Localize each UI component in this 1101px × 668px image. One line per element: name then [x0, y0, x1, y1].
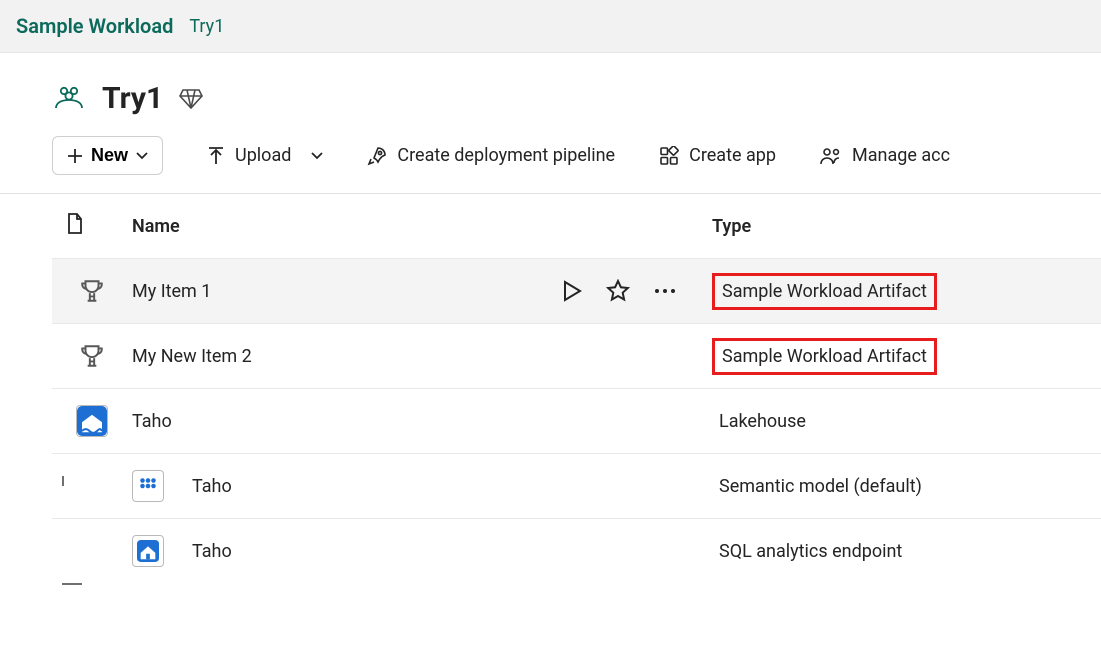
new-button-label: New [91, 145, 128, 166]
manage-access-label: Manage acc [852, 145, 950, 166]
row-type-cell: Sample Workload Artifact [712, 273, 1101, 310]
create-app-button[interactable]: Create app [659, 145, 776, 166]
people-icon [52, 84, 86, 114]
lakehouse-icon [76, 405, 108, 437]
item-type: SQL analytics endpoint [712, 536, 909, 567]
row-name-cell: Taho [192, 476, 712, 497]
item-name[interactable]: Taho [192, 476, 232, 497]
item-type: Semantic model (default) [712, 471, 929, 502]
row-icon-cell [132, 470, 192, 502]
upload-icon [207, 146, 225, 166]
diamond-icon[interactable] [179, 89, 203, 109]
table-row[interactable]: Taho SQL analytics endpoint [52, 518, 1101, 583]
sql-endpoint-icon [132, 535, 164, 567]
table-row[interactable]: My New Item 2 Sample Workload Artifact [52, 323, 1101, 388]
row-name-cell: Taho [132, 411, 712, 432]
row-name-cell: Taho [192, 541, 712, 562]
create-app-label: Create app [689, 145, 776, 166]
chevron-down-icon [136, 152, 148, 160]
row-type-cell: Semantic model (default) [712, 471, 1101, 502]
row-type-cell: Lakehouse [712, 406, 1101, 437]
trophy-icon [79, 343, 105, 369]
play-icon[interactable] [562, 280, 582, 302]
column-header-icon [52, 213, 132, 240]
item-type: Sample Workload Artifact [712, 273, 937, 310]
row-icon-cell [52, 405, 132, 437]
file-sort-icon[interactable] [66, 213, 84, 235]
plus-icon [67, 148, 83, 164]
star-icon[interactable] [606, 279, 630, 303]
new-button[interactable]: New [52, 136, 163, 175]
row-name-cell: My Item 1 [132, 279, 712, 303]
create-pipeline-label: Create deployment pipeline [397, 145, 615, 166]
table-row[interactable]: Taho Semantic model (default) [52, 453, 1101, 518]
table-header-row: Name Type [52, 194, 1101, 258]
table-row[interactable]: My Item 1 Sample Workload Artifact [52, 258, 1101, 323]
column-header-type[interactable]: Type [712, 216, 1101, 237]
app-icon [659, 146, 679, 166]
item-name[interactable]: My New Item 2 [132, 346, 252, 367]
item-table: Name Type My Item 1 Sample Workload Artif… [52, 194, 1101, 583]
trophy-icon [79, 278, 105, 304]
semantic-model-icon [132, 470, 164, 502]
breadcrumb-bar: Sample Workload Try1 [0, 0, 1101, 53]
row-icon-cell [52, 343, 132, 369]
row-icon-cell [132, 535, 192, 567]
manage-access-button[interactable]: Manage acc [820, 145, 950, 166]
brand-name[interactable]: Sample Workload [16, 14, 173, 38]
people-small-icon [820, 147, 842, 165]
breadcrumb-page[interactable]: Try1 [189, 16, 224, 37]
item-type: Sample Workload Artifact [712, 338, 937, 375]
rocket-icon [367, 146, 387, 166]
more-icon[interactable] [654, 288, 676, 294]
toolbar: New Upload Create deployment [0, 126, 1101, 194]
table-row[interactable]: Taho Lakehouse [52, 388, 1101, 453]
item-name[interactable]: Taho [132, 411, 172, 432]
row-type-cell: SQL analytics endpoint [712, 536, 1101, 567]
workspace-header: Try1 [0, 61, 1101, 126]
row-type-cell: Sample Workload Artifact [712, 338, 1101, 375]
item-type: Lakehouse [712, 406, 813, 437]
row-actions [562, 279, 682, 303]
item-name[interactable]: Taho [192, 541, 232, 562]
chevron-down-icon [311, 152, 323, 160]
create-pipeline-button[interactable]: Create deployment pipeline [367, 145, 615, 166]
item-name[interactable]: My Item 1 [132, 281, 211, 302]
upload-label: Upload [235, 145, 291, 166]
upload-button[interactable]: Upload [207, 145, 323, 166]
workspace-name: Try1 [102, 81, 163, 116]
row-name-cell: My New Item 2 [132, 346, 712, 367]
row-icon-cell [52, 278, 132, 304]
column-header-name[interactable]: Name [132, 216, 712, 237]
